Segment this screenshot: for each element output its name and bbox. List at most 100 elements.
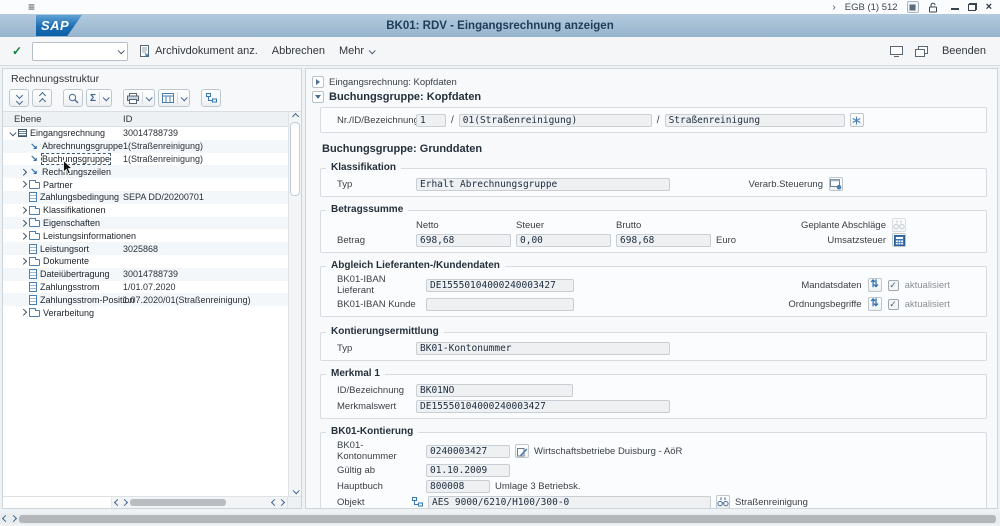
more-button[interactable]: Mehr [337,43,376,59]
umsatzsteuer-button[interactable] [892,233,906,247]
unlock-icon[interactable] [928,2,938,13]
restore-icon[interactable] [968,3,977,11]
command-field[interactable] [32,42,128,61]
horizontal-scroll-thumb[interactable] [130,499,226,506]
verarb-steuerung-button[interactable] [829,177,843,191]
page-scroll-thumb[interactable] [19,515,996,523]
mandatsdaten-checkbox[interactable]: ✓ [888,280,899,291]
expand-arrow-icon[interactable] [18,259,29,264]
mouse-cursor [63,160,73,175]
tray1-title[interactable]: Eingangsrechnung: Kopfdaten [329,77,457,88]
sum-dropdown-icon[interactable] [103,94,110,101]
expand-all-button[interactable] [32,89,52,107]
bezeichnung-field[interactable]: Straßenreinigung [665,114,845,127]
tree-row[interactable]: Leistungsort3025868 [3,242,288,255]
kontierungsermittlung-title: Kontierungsermittlung [326,326,444,337]
tree-row[interactable]: Dateiübertragung30014788739 [3,268,288,281]
tree-row[interactable]: Dokumente [3,255,288,268]
tree-vertical-scrollbar[interactable] [288,112,301,496]
export-dropdown-icon[interactable] [181,94,188,101]
iban-lieferant-field[interactable]: DE15550104000240003427 [426,279,574,292]
objekt-search-button[interactable] [716,495,730,509]
archive-document-button[interactable]: Archivdokument anz. [138,43,260,59]
new-session-icon[interactable] [907,1,919,13]
export-button[interactable] [158,89,190,107]
tree-row-label: Zahlungsstrom [40,282,100,292]
monitor-icon[interactable] [890,46,903,57]
tree-row[interactable]: Eigenschaften [3,217,288,230]
expand-arrow-icon[interactable] [18,221,29,226]
minimize-icon[interactable] [951,1,959,13]
overflow-chevron-icon[interactable]: › [832,2,835,13]
vertical-scroll-thumb[interactable] [290,122,300,196]
steuer-field[interactable]: 0,00 [516,234,611,247]
enter-check-icon[interactable]: ✓ [12,44,22,58]
command-input[interactable] [37,45,118,58]
page-scroll-right-icon[interactable] [10,515,17,522]
column-header-ebene[interactable]: Ebene [3,114,123,125]
hauptbuch-field[interactable]: 800008 [426,480,490,493]
sum-button[interactable]: Σ [86,89,112,107]
page-horizontal-scrollbar[interactable] [0,513,1000,524]
detail-asterisk-button[interactable] [850,113,864,127]
kontonummer-field[interactable]: 0240003427 [426,445,510,458]
scroll-right-icon[interactable] [121,499,128,506]
tree-horizontal-scrollbar[interactable] [3,496,301,508]
merkmalswert-field[interactable]: DE15550104000240003427 [416,400,670,413]
scroll-up-icon[interactable] [291,113,298,120]
close-icon[interactable]: × [986,2,992,12]
tree-row[interactable]: Klassifikationen [3,204,288,217]
tree-row[interactable]: Abrechnungsgruppe1(Straßenreinigung) [3,140,288,153]
expand-arrow-icon[interactable] [18,310,29,315]
scroll-down-icon[interactable] [292,487,299,494]
hierarchy-settings-button[interactable] [201,89,221,107]
expand-arrow-icon[interactable] [18,234,29,239]
tray-expand-icon[interactable] [312,76,324,88]
nr-field[interactable]: 1 [416,114,446,127]
tree-row[interactable]: Partner [3,178,288,191]
kontonummer-change-button[interactable] [515,444,529,458]
tree-row[interactable]: Verarbeitung [3,306,288,319]
tree-row[interactable]: Zahlungsstrom1/01.07.2020 [3,281,288,294]
kontierung-typ-field[interactable]: BK01-Kontonummer [416,342,670,355]
objekt-field[interactable]: AES 9000/6210/H100/300-0 [428,496,711,509]
klassifikation-typ-field[interactable]: Erhalt Abrechnungsgruppe [416,178,670,191]
merkmal-id-field[interactable]: BK01NO [416,384,573,397]
iban-kunde-field[interactable] [426,298,574,311]
menu-icon[interactable]: ≡ [28,1,35,13]
tree-row[interactable]: Buchungsgruppe1(Straßenreinigung) [3,153,288,166]
page-scroll-left-icon[interactable] [2,515,9,522]
netto-field[interactable]: 698,68 [416,234,511,247]
objekt-description-text: Straßenreinigung [735,497,808,508]
tree-row[interactable]: Rechnungszeilen [3,165,288,178]
column-header-id[interactable]: ID [123,114,288,125]
print-dropdown-icon[interactable] [146,94,153,101]
ordnungsbegriffe-button[interactable]: ⇅ [868,297,882,311]
cancel-button[interactable]: Abbrechen [270,43,327,59]
tray-collapse-icon[interactable] [312,91,324,103]
mandatsdaten-button[interactable]: ⇅ [868,278,882,292]
gueltig-ab-field[interactable]: 01.10.2009 [426,464,510,477]
brutto-field[interactable]: 698,68 [616,234,711,247]
expand-arrow-icon[interactable] [18,170,29,175]
fixed-column-block [3,497,112,508]
tree-row[interactable]: ZahlungsbedingungSEPA DD/20200701 [3,191,288,204]
collapse-all-button[interactable] [9,89,29,107]
tree-table: Ebene ID Eingangsrechnung30014788739Abre… [3,112,288,496]
expand-arrow-icon[interactable] [18,208,29,213]
exit-button[interactable]: Beenden [940,43,988,59]
windows-layout-icon[interactable] [915,46,928,57]
scroll-right-icon-2[interactable] [278,499,285,506]
tree-row[interactable]: Zahlungsstrom-Position1.07.2020/01(Straß… [3,293,288,306]
ordnungsbegriffe-checkbox[interactable]: ✓ [888,299,899,310]
cancel-label: Abbrechen [272,45,325,57]
tree-row[interactable]: Eingangsrechnung30014788739 [3,127,288,140]
search-button[interactable] [63,89,83,107]
tree-row[interactable]: Leistungsinformationen [3,229,288,242]
command-dropdown-icon[interactable] [118,47,125,54]
print-button[interactable] [123,89,155,107]
expand-arrow-icon[interactable] [18,182,29,187]
id-field[interactable]: 01(Straßenreinigung) [459,114,652,127]
collapse-arrow-icon[interactable] [7,131,18,136]
geplante-abschlaege-button[interactable] [892,218,906,232]
